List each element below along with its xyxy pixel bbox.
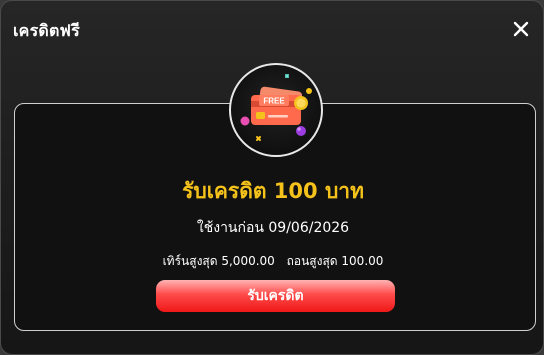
max-turnover: เทิร์นสูงสุด 5,000.00	[162, 254, 275, 268]
modal-title: เครดิตฟรี	[13, 21, 80, 40]
credit-card-icon: FREE	[240, 74, 312, 141]
claim-credit-button[interactable]: รับเครดิต	[156, 280, 395, 312]
expiry-date: ใช้งานก่อน 09/06/2026	[196, 220, 350, 236]
max-withdraw: ถอนสูงสุด 100.00	[286, 254, 384, 268]
free-credit-modal: เครดิตฟรี FREE รับเครดิต 100 บาท ใช้งานก…	[0, 0, 544, 355]
offer-badge: FREE	[229, 63, 323, 157]
badge-card-text: FREE	[263, 97, 285, 106]
offer-limits: เทิร์นสูงสุด 5,000.00 ถอนสูงสุด 100.00	[1, 252, 543, 271]
close-icon	[513, 21, 529, 37]
close-button[interactable]	[513, 21, 529, 37]
offer-headline: รับเครดิต 100 บาท	[182, 179, 364, 203]
